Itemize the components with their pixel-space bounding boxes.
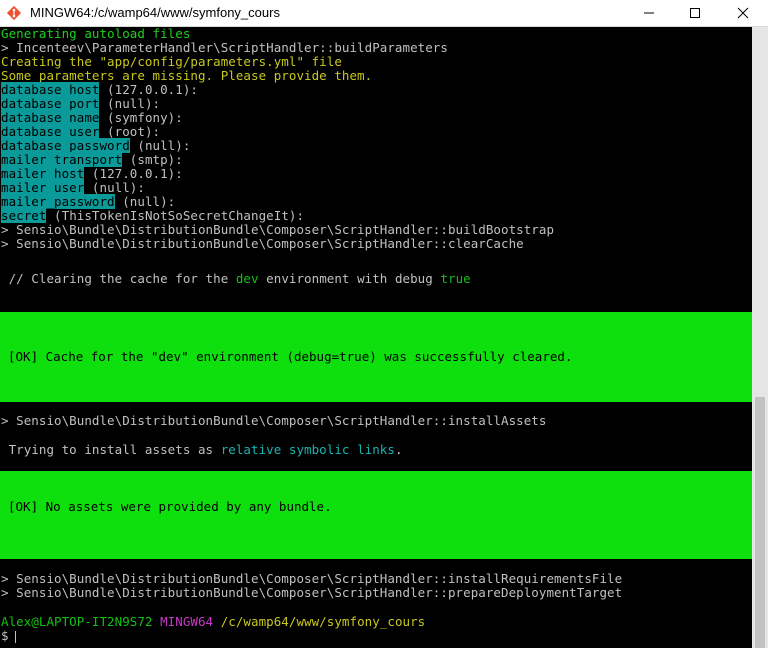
param-line: database_port (null): [1,96,161,111]
debug-flag: true [440,271,471,286]
param-key: mailer_password [1,194,115,209]
text-cursor [14,630,16,643]
param-default: (null): [84,180,145,195]
terminal-line: > Sensio\Bundle\DistributionBundle\Compo… [1,236,524,251]
terminal-line: Creating the "app/config/parameters.yml"… [1,54,342,69]
clearing-cache-line: // Clearing the cache for the dev enviro… [1,272,471,286]
git-bash-icon[interactable] [6,5,22,21]
ok-cache-message: [OK] Cache for the "dev" environment (de… [8,349,573,364]
clearing-text: environment with debug [258,271,441,286]
link-mode: relative symbolic links [220,442,395,457]
maximize-icon [690,8,700,18]
param-line: secret (ThisTokenIsNotSoSecretChangeIt): [1,208,305,223]
vertical-scrollbar[interactable] [752,27,768,648]
terminal-line: Some parameters are missing. Please prov… [1,68,373,83]
close-button[interactable] [720,0,766,26]
ok-assets-message: [OK] No assets were provided by any bund… [8,499,332,514]
param-key: database_name [1,110,100,125]
terminal-line: > Sensio\Bundle\DistributionBundle\Compo… [1,571,623,586]
scrollbar-thumb[interactable] [755,397,765,648]
prompt-system: MINGW64 [160,614,214,629]
param-line: database_password (null): [1,138,191,153]
param-line: mailer_password (null): [1,194,176,209]
param-key: secret [1,208,47,223]
ok-assets-block: [OK] No assets were provided by any bund… [0,471,752,559]
param-line: database_host (127.0.0.1): [1,82,198,97]
minimize-button[interactable] [626,0,672,26]
param-default: (ThisTokenIsNotSoSecretChangeIt): [46,208,305,223]
trying-text: . [394,442,403,457]
param-default: (null): [114,194,176,209]
param-line: database_user (root): [1,124,161,139]
param-key: mailer_transport [1,152,123,167]
window-titlebar[interactable]: MINGW64:/c/wamp64/www/symfony_cours [0,0,768,27]
terminal-line: > Sensio\Bundle\DistributionBundle\Compo… [1,585,623,600]
param-default: (null): [99,96,161,111]
param-line: mailer_host (127.0.0.1): [1,166,183,181]
param-key: database_user [1,124,100,139]
param-default: (127.0.0.1): [84,166,183,181]
param-default: (root): [99,124,161,139]
param-line: mailer_transport (smtp): [1,152,183,167]
prompt-symbol: $ [1,628,9,643]
terminal-line: > Sensio\Bundle\DistributionBundle\Compo… [1,413,547,428]
param-default: (127.0.0.1): [99,82,198,97]
param-key: mailer_host [1,166,85,181]
environment-name: dev [235,271,259,286]
param-key: mailer_user [1,180,85,195]
trying-text: Trying to install assets as [1,442,221,457]
prompt-line: Alex@LAPTOP-IT2N9S72 MINGW64 /c/wamp64/w… [1,615,425,629]
terminal-output[interactable]: Generating autoload files > Incenteev\Pa… [0,27,752,648]
param-key: database_password [1,138,130,153]
param-line: mailer_user (null): [1,180,145,195]
param-line: database_name (symfony): [1,110,183,125]
ok-cache-block: [OK] Cache for the "dev" environment (de… [0,312,752,402]
window-title: MINGW64:/c/wamp64/www/symfony_cours [30,5,280,20]
trying-install-line: Trying to install assets as relative sym… [1,443,403,457]
clearing-text: // Clearing the cache for the [1,271,236,286]
terminal-line: > Incenteev\ParameterHandler\ScriptHandl… [1,40,448,55]
terminal-line: Generating autoload files [1,27,191,41]
maximize-button[interactable] [672,0,718,26]
param-key: database_host [1,82,100,97]
input-line[interactable]: $ [1,629,16,643]
param-key: database_port [1,96,100,111]
prompt-user: Alex@LAPTOP-IT2N9S72 [1,614,153,629]
close-icon [737,7,749,19]
param-default: (null): [129,138,191,153]
terminal-line: > Sensio\Bundle\DistributionBundle\Compo… [1,222,555,237]
minimize-icon [644,12,654,14]
param-default: (smtp): [122,152,183,167]
param-default: (symfony): [99,110,183,125]
prompt-path: /c/wamp64/www/symfony_cours [220,614,426,629]
